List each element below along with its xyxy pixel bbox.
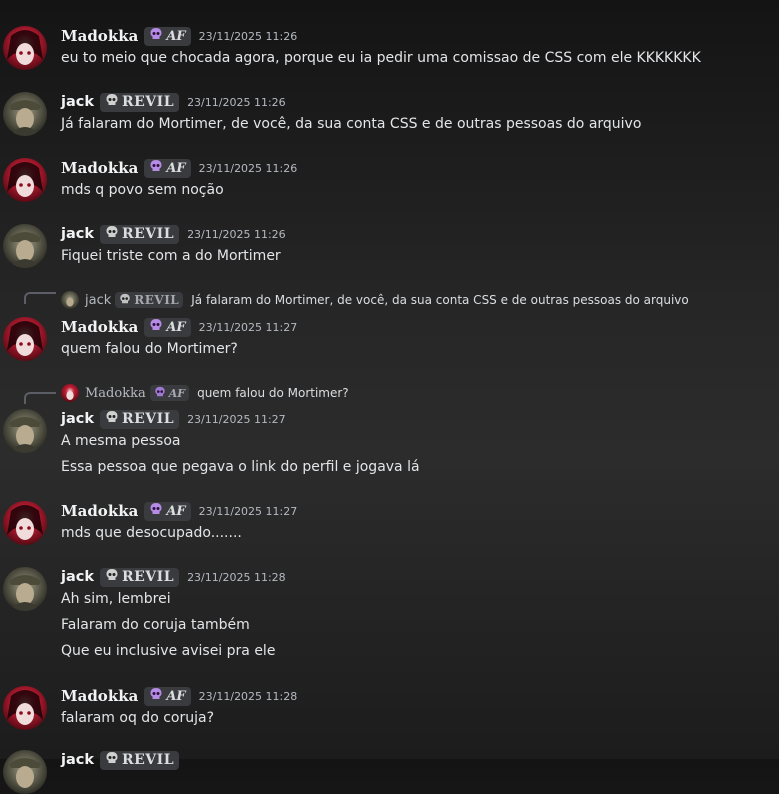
avatar-jack[interactable] [3,750,47,794]
user-tag[interactable]: REVIL [100,750,180,770]
tag-label: AF [166,503,186,519]
message-text: A mesma pessoa [61,433,181,449]
message-text: mds que desocupado....... [61,525,242,541]
user-tag[interactable]: AF [144,158,191,178]
username[interactable]: jack [61,411,94,427]
message-text: eu to meio que chocada agora, porque eu … [61,50,701,66]
avatar-jack[interactable] [3,567,47,611]
message-text: Que eu inclusive avisei pra ele [61,643,276,659]
reply-spine [24,392,56,404]
username[interactable]: Madokka [61,27,138,45]
avatar-madokka[interactable] [3,317,47,361]
tag-label: AF [168,386,186,400]
username[interactable]: jack [61,752,94,768]
reply-user-tag: REVIL [115,292,184,308]
user-tag[interactable]: AF [144,317,191,337]
tag-label: AF [166,28,186,44]
reply-user-tag: AF [149,385,190,401]
avatar-jack[interactable] [3,224,47,268]
tag-label: AF [166,160,186,176]
timestamp[interactable]: 23/11/2025 11:27 [199,321,298,334]
skull-icon [105,568,119,586]
tag-label: AF [166,319,186,335]
message-text: Falaram do coruja também [61,617,250,633]
message-text: mds q povo sem noção [61,182,224,198]
username[interactable]: jack [61,569,94,585]
tag-label: REVIL [122,569,175,585]
skull-icon [119,293,131,308]
avatar-madokka[interactable] [3,501,47,545]
timestamp[interactable]: 23/11/2025 11:26 [187,228,286,241]
tag-label: REVIL [134,293,180,307]
tag-label: REVIL [122,94,175,110]
username[interactable]: Madokka [61,687,138,705]
timestamp[interactable]: 23/11/2025 11:26 [187,96,286,109]
avatar-jack[interactable] [3,92,47,136]
reply-avatar-jack [61,291,79,309]
avatar-madokka[interactable] [3,26,47,70]
skull-icon [105,410,119,428]
timestamp[interactable]: 23/11/2025 11:26 [199,162,298,175]
username[interactable]: jack [61,226,94,242]
message-text: Fiquei triste com a do Mortimer [61,248,281,264]
skull-icon [105,93,119,111]
user-tag[interactable]: REVIL [100,409,180,429]
user-tag[interactable]: REVIL [100,567,180,587]
reply-preview[interactable]: Madokka AF quem falou do Mortimer? [61,384,349,402]
reply-username[interactable]: jack [85,293,111,308]
username[interactable]: Madokka [61,502,138,520]
timestamp[interactable]: 23/11/2025 11:27 [187,413,286,426]
avatar-madokka[interactable] [3,158,47,202]
skull-icon [149,318,163,336]
reply-spine [24,292,56,304]
user-tag[interactable]: AF [144,686,191,706]
avatar-madokka[interactable] [3,686,47,730]
reply-avatar-madokka [61,384,79,402]
skull-icon [149,502,163,520]
reply-text: quem falou do Mortimer? [197,386,349,400]
timestamp[interactable]: 23/11/2025 11:28 [187,571,286,584]
user-tag[interactable]: AF [144,26,191,46]
timestamp[interactable]: 23/11/2025 11:27 [199,505,298,518]
timestamp[interactable]: 23/11/2025 11:26 [199,30,298,43]
reply-text: Já falaram do Mortimer, de você, da sua … [191,293,689,307]
skull-icon [105,751,119,769]
tag-label: REVIL [122,752,175,768]
reply-preview[interactable]: jack REVIL Já falaram do Mortimer, de vo… [61,291,689,309]
message-text: Essa pessoa que pegava o link do perfil … [61,459,420,475]
message-text: Ah sim, lembrei [61,591,171,607]
username[interactable]: Madokka [61,159,138,177]
skull-icon [149,687,163,705]
tag-label: REVIL [122,411,175,427]
skull-icon [105,225,119,243]
reply-username[interactable]: Madokka [85,386,146,401]
username[interactable]: jack [61,94,94,110]
user-tag[interactable]: REVIL [100,92,180,112]
tag-label: AF [166,688,186,704]
user-tag[interactable]: REVIL [100,224,180,244]
message-text: Já falaram do Mortimer, de você, da sua … [61,116,642,132]
tag-label: REVIL [122,226,175,242]
skull-icon [154,386,166,401]
username[interactable]: Madokka [61,318,138,336]
user-tag[interactable]: AF [144,501,191,521]
message-text: quem falou do Mortimer? [61,341,238,357]
skull-icon [149,27,163,45]
skull-icon [149,159,163,177]
avatar-jack[interactable] [3,409,47,453]
timestamp[interactable]: 23/11/2025 11:28 [199,690,298,703]
message-text: falaram oq do coruja? [61,710,214,726]
